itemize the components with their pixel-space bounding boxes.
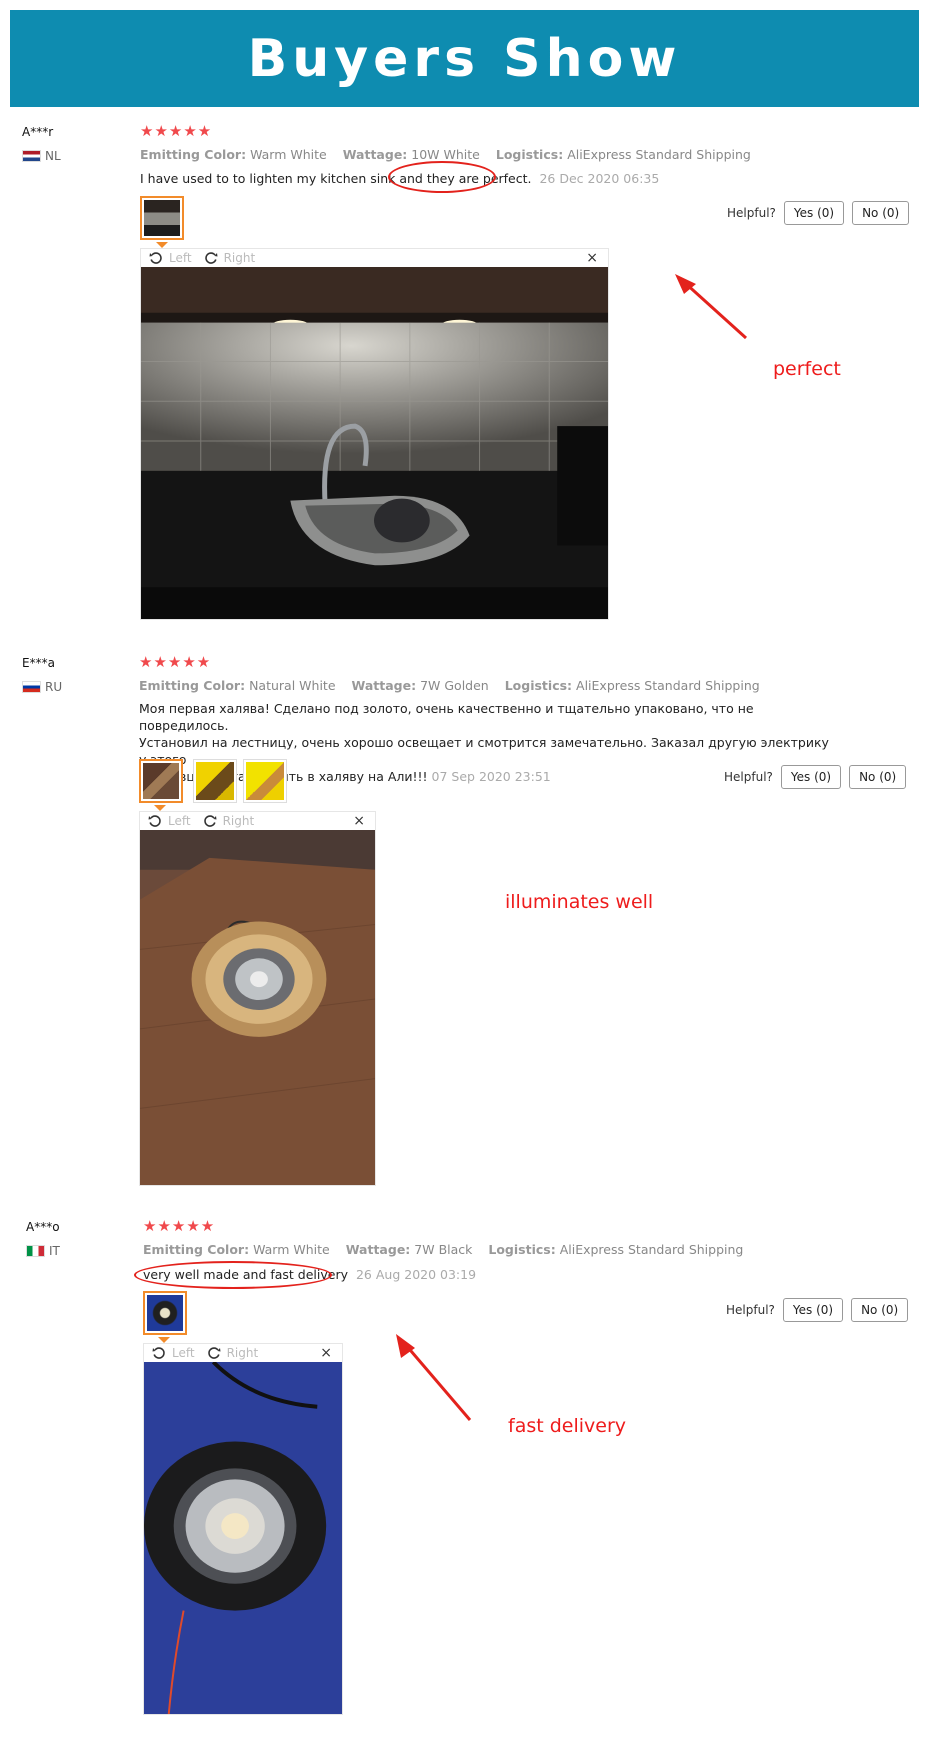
annotation-text: fast delivery — [508, 1415, 627, 1437]
attr-color-value: Warm White — [253, 1242, 330, 1257]
viewer-toolbar: Left Right × — [144, 1344, 342, 1362]
rotate-left-icon[interactable] — [152, 1346, 166, 1360]
attr-color-label: Emitting Color: — [143, 1242, 250, 1257]
rotate-right-icon[interactable] — [207, 1346, 221, 1360]
helpful-vote: Helpful? Yes (0) No (0) — [726, 1298, 909, 1322]
highlight-ellipse — [134, 1261, 332, 1289]
italy-flag-icon — [26, 1245, 45, 1257]
helpful-no-button[interactable]: No (0) — [851, 1298, 909, 1322]
attr-logistics-label: Logistics: — [488, 1242, 556, 1257]
review-date: 26 Aug 2020 03:19 — [355, 1267, 477, 1282]
rotate-left-label[interactable]: Left — [172, 1346, 195, 1360]
star-rating: ★★★★★ — [143, 1218, 216, 1235]
rotate-right-label[interactable]: Right — [227, 1346, 259, 1360]
image-viewer: Left Right × — [143, 1343, 343, 1715]
buyer-name: A***o — [26, 1220, 60, 1234]
attr-wattage-label: Wattage: — [345, 1242, 411, 1257]
attr-logistics-value: AliExpress Standard Shipping — [559, 1242, 744, 1257]
viewer-close-icon[interactable]: × — [320, 1345, 332, 1361]
country-code: IT — [49, 1244, 60, 1258]
review-photo-black-downlight — [144, 1362, 342, 1714]
attr-wattage-value: 7W Black — [414, 1242, 473, 1257]
buyer-country: IT — [26, 1244, 60, 1258]
helpful-yes-button[interactable]: Yes (0) — [782, 1298, 844, 1322]
helpful-label: Helpful? — [726, 1303, 775, 1317]
review-3: A***o IT ★★★★★ Emitting Color: Warm Whit… — [0, 0, 930, 1739]
annotation-arrow-icon — [393, 1334, 473, 1429]
review-attributes: Emitting Color: Warm White Wattage: 7W B… — [143, 1242, 743, 1257]
review-thumbnail[interactable] — [143, 1291, 187, 1335]
